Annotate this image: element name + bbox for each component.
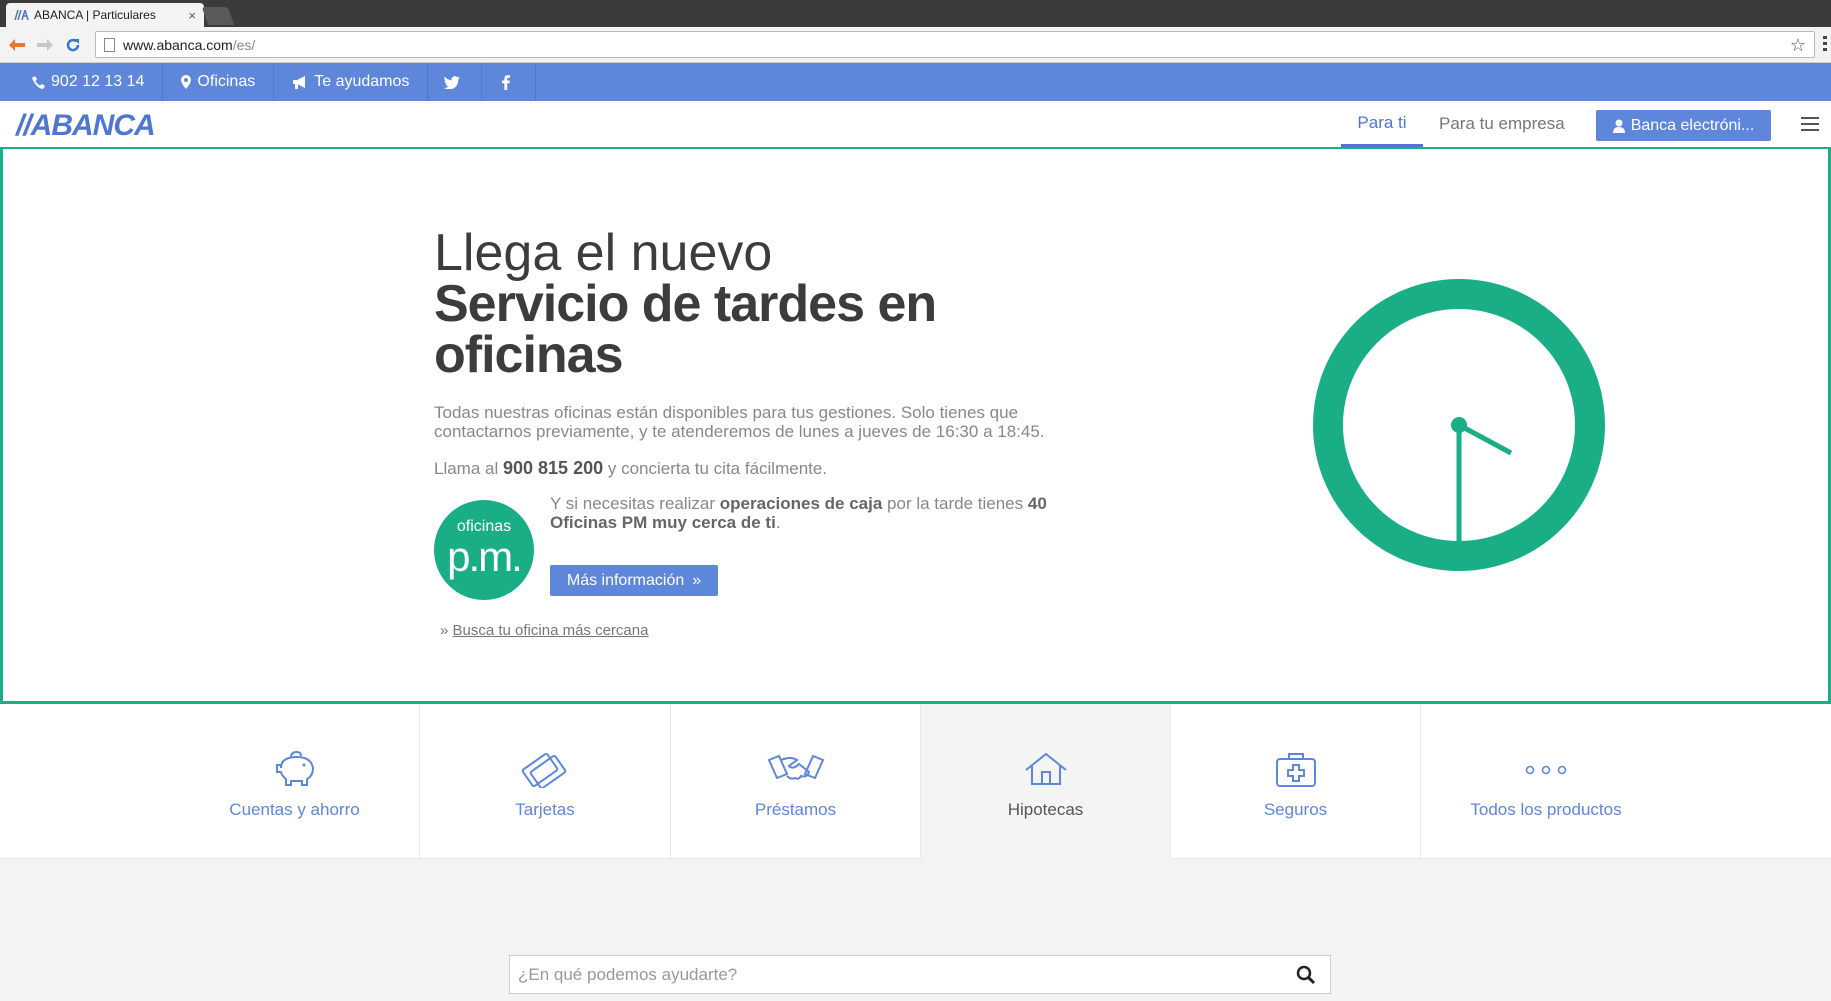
hero-call-line: Llama al 900 815 200 y concierta tu cita… <box>434 458 827 479</box>
product-label: Préstamos <box>754 800 837 819</box>
product-label: Tarjetas <box>515 800 575 819</box>
pm-description: Y si necesitas realizar operaciones de c… <box>550 494 1090 532</box>
find-office-label: Busca tu oficina más cercana <box>452 622 649 639</box>
clock-illustration-icon <box>1313 279 1605 571</box>
product-all[interactable]: Todos los productos <box>1421 704 1831 859</box>
hamburger-menu-icon[interactable] <box>1801 117 1819 135</box>
url-host: www.abanca.com <box>123 36 233 53</box>
phone-icon <box>32 75 45 89</box>
product-label: Seguros <box>1263 800 1328 819</box>
phone-label: 902 12 13 14 <box>51 73 145 90</box>
search-placeholder: ¿En qué podemos ayudarte? <box>518 964 738 984</box>
pm-text-bold-1: operaciones de caja <box>719 494 883 513</box>
more-info-label: Más información <box>566 571 685 589</box>
help-label: Te ayudamos <box>314 73 410 90</box>
pm-text-1: Y si necesitas realizar <box>550 494 716 513</box>
double-chevron-right-icon: » <box>440 622 449 639</box>
browser-tab-title: ABANCA | Particulares <box>34 8 156 22</box>
find-office-link[interactable]: » Busca tu oficina más cercana <box>440 622 648 639</box>
pm-text-2: por la tarde tienes <box>887 494 1024 513</box>
facebook-icon <box>501 74 510 90</box>
ebanking-button[interactable]: Banca electróni... <box>1596 110 1771 141</box>
site-search-box[interactable]: ¿En qué podemos ayudarte? <box>509 955 1331 994</box>
hero-title-light: Llega el nuevo <box>434 224 773 282</box>
product-insurance[interactable]: Seguros <box>1171 704 1421 859</box>
call-suffix: y concierta tu cita fácilmente. <box>607 459 828 478</box>
cards-icon <box>521 752 567 788</box>
abanca-logo[interactable]: //ABANCA <box>16 109 156 143</box>
call-number: 900 815 200 <box>503 458 604 478</box>
offices-label: Oficinas <box>197 73 256 90</box>
tab-close-icon[interactable]: × <box>188 8 196 23</box>
reload-icon[interactable] <box>62 34 84 56</box>
house-icon <box>1024 752 1067 785</box>
site-header: //ABANCA Para ti Para tu empresa Banca e… <box>0 101 1831 149</box>
address-bar[interactable]: www.abanca.com/es/ ☆ <box>95 31 1815 58</box>
phone-link[interactable]: 902 12 13 14 <box>0 63 164 101</box>
product-loans[interactable]: Préstamos <box>671 704 921 859</box>
product-label: Cuentas y ahorro <box>229 800 360 819</box>
hero-description: Todas nuestras oficinas están disponible… <box>434 403 1045 441</box>
double-chevron-right-icon: » <box>692 571 702 589</box>
more-info-button[interactable]: Más información » <box>550 565 718 596</box>
piggy-bank-icon <box>275 750 314 786</box>
product-accounts[interactable]: Cuentas y ahorro <box>0 704 420 859</box>
dots-icon <box>1525 765 1567 775</box>
help-link[interactable]: Te ayudamos <box>274 63 429 101</box>
twitter-icon <box>443 75 460 89</box>
url-path: /es/ <box>232 36 256 53</box>
page-icon <box>104 37 115 52</box>
megaphone-icon <box>293 75 306 89</box>
oficinas-pm-badge: oficinas p.m. <box>434 500 534 600</box>
browser-menu-icon[interactable] <box>1823 36 1829 54</box>
handshake-icon <box>767 754 824 780</box>
medical-case-icon <box>1275 753 1316 787</box>
tab-business[interactable]: Para tu empresa <box>1439 101 1565 147</box>
browser-tab[interactable]: ABANCA | Particulares × <box>6 3 204 27</box>
ebanking-label: Banca electróni... <box>1630 116 1755 134</box>
hero-banner: Llega el nuevo Servicio de tardes en ofi… <box>0 149 1831 704</box>
pm-text-end: . <box>775 513 781 532</box>
bookmark-star-icon[interactable]: ☆ <box>1790 35 1806 56</box>
tab-personal[interactable]: Para ti <box>1341 101 1423 147</box>
offices-link[interactable]: Oficinas <box>163 63 275 101</box>
browser-toolbar: www.abanca.com/es/ ☆ <box>0 27 1831 63</box>
map-pin-icon <box>181 75 192 89</box>
browser-tab-bar: ABANCA | Particulares × <box>0 0 1831 27</box>
call-prefix: Llama al <box>434 459 499 478</box>
product-label: Hipotecas <box>1007 800 1084 819</box>
pm-badge-big: p.m. <box>447 533 523 580</box>
abanca-favicon-icon <box>14 9 30 21</box>
back-arrow-icon[interactable] <box>6 34 28 56</box>
product-mortgages[interactable]: Hipotecas <box>921 704 1171 859</box>
facebook-link[interactable] <box>482 63 537 101</box>
user-icon <box>1612 119 1625 133</box>
twitter-link[interactable] <box>428 63 483 101</box>
hero-title-bold: Servicio de tardes en oficinas <box>434 275 937 384</box>
site-top-bar: 902 12 13 14 Oficinas Te ayudamos <box>0 63 1831 101</box>
new-tab-button[interactable] <box>201 7 235 25</box>
products-row: Cuentas y ahorro Tarjetas Préstamos Hipo… <box>0 704 1831 859</box>
product-cards[interactable]: Tarjetas <box>420 704 671 859</box>
product-label: Todos los productos <box>1470 800 1622 819</box>
forward-arrow-icon[interactable] <box>34 34 56 56</box>
search-icon[interactable] <box>1296 965 1316 985</box>
